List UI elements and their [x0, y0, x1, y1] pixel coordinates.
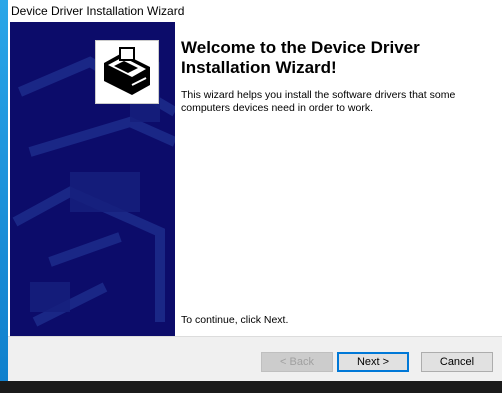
next-button[interactable]: Next > [337, 352, 409, 372]
back-button[interactable]: < Back [261, 352, 333, 372]
window-title: Device Driver Installation Wizard [8, 0, 502, 22]
taskbar [0, 381, 502, 393]
wizard-side-panel [10, 22, 175, 336]
continue-instruction: To continue, click Next. [181, 314, 289, 326]
welcome-heading: Welcome to the Device Driver Installatio… [181, 38, 420, 77]
wizard-content: Welcome to the Device Driver Installatio… [175, 22, 502, 336]
welcome-description: This wizard helps you install the softwa… [181, 89, 456, 114]
cancel-button[interactable]: Cancel [421, 352, 493, 372]
computer-drive-icon [95, 40, 159, 104]
wizard-button-bar: < Back Next > Cancel [8, 336, 502, 385]
wizard-window: Device Driver Installation Wizard Welcom… [8, 0, 502, 385]
